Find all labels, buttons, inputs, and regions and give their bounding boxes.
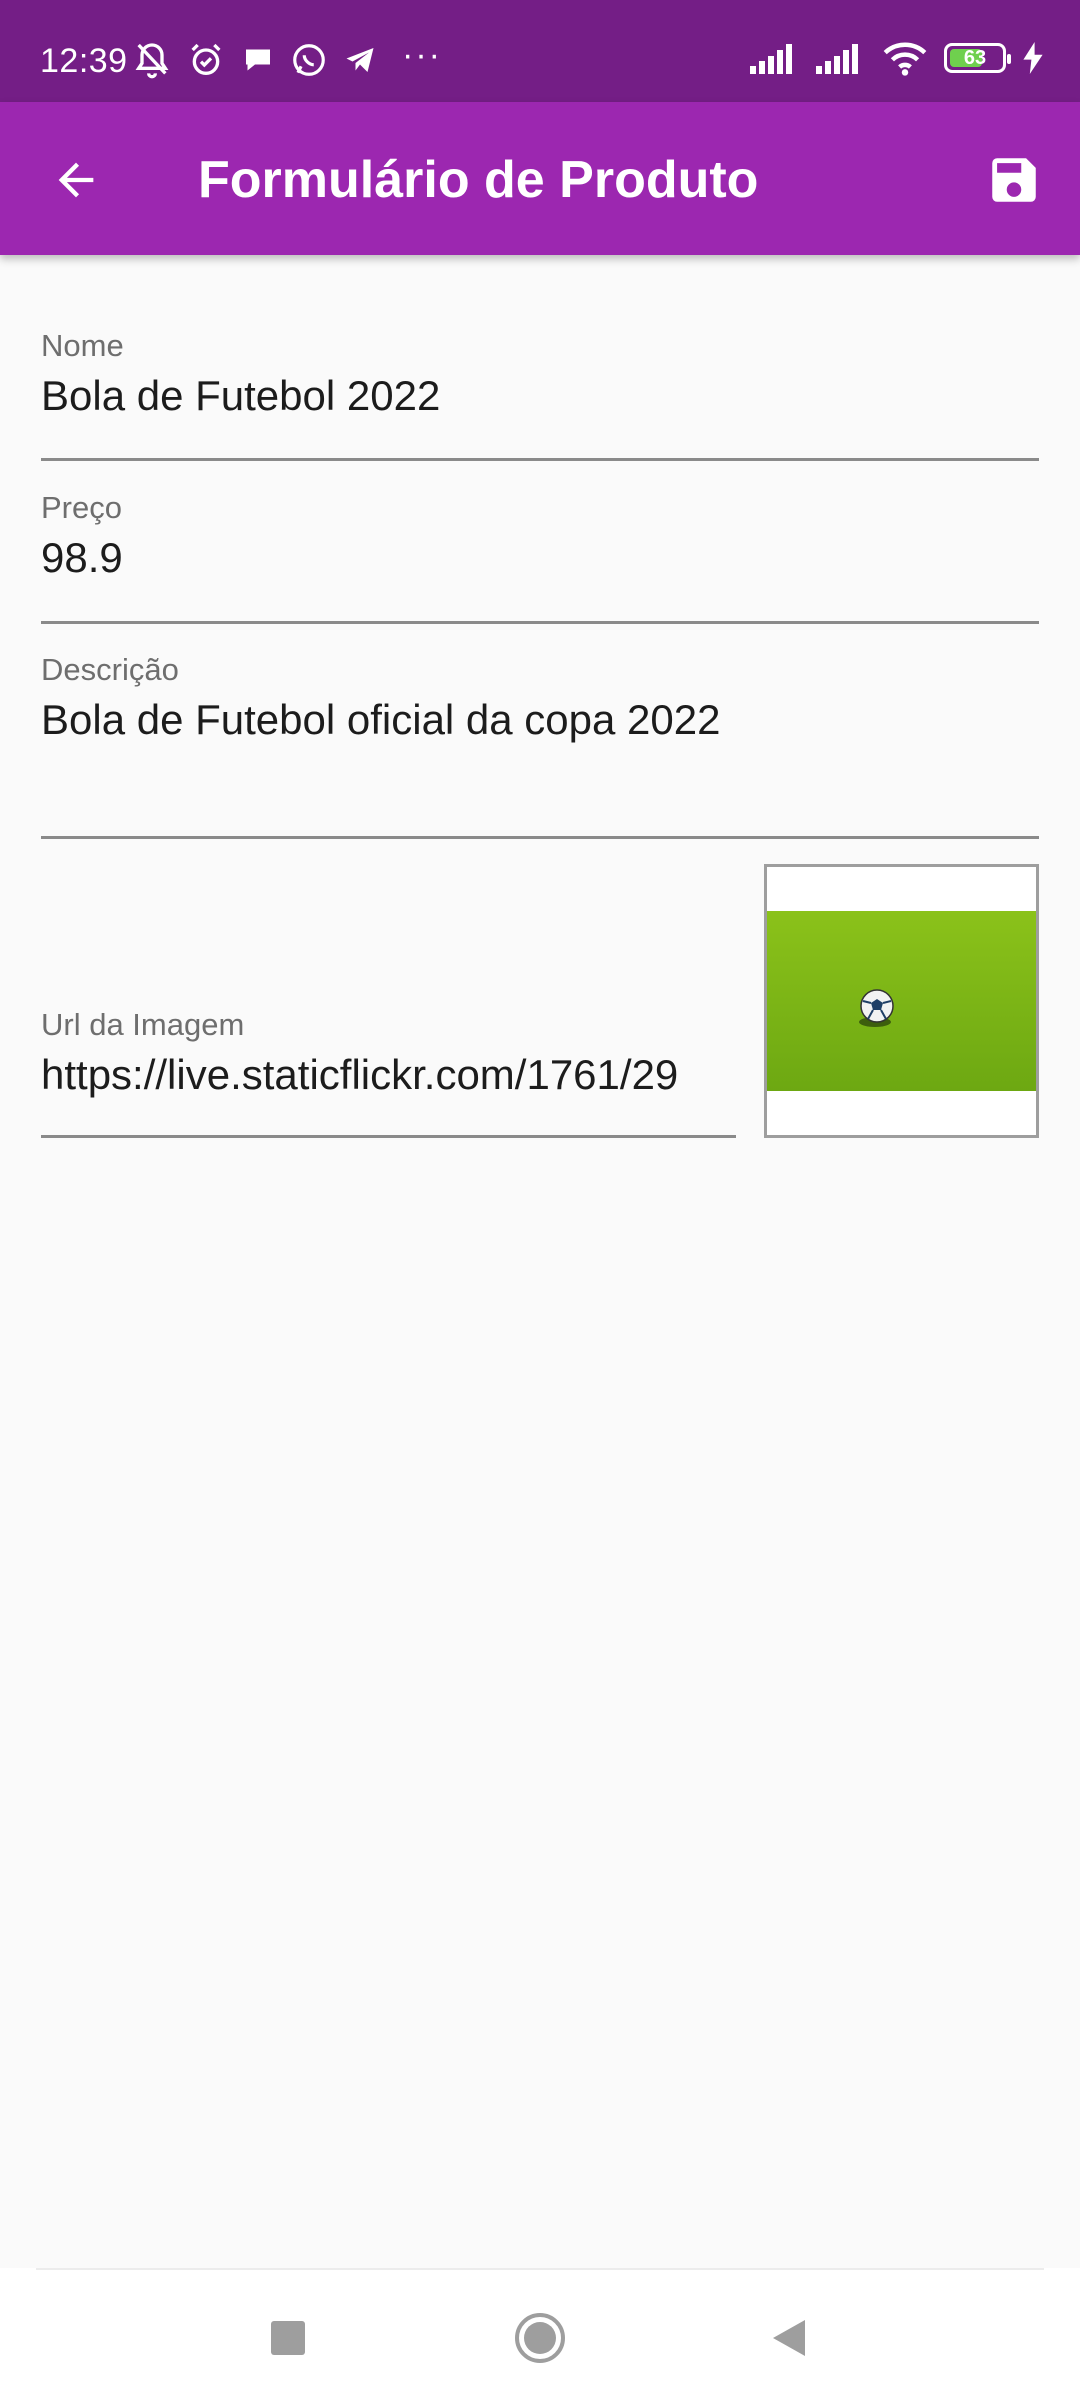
url-field[interactable]: Url da Imagem https://live.staticflickr.… <box>41 1007 736 1207</box>
url-label: Url da Imagem <box>41 1007 245 1042</box>
arrow-back-icon <box>58 162 94 198</box>
signal-icon-2 <box>816 42 866 74</box>
preco-label: Preço <box>41 490 122 525</box>
recents-square-icon <box>271 2321 305 2355</box>
preco-underline <box>41 621 1039 624</box>
nav-divider <box>36 2268 1044 2270</box>
signal-icon <box>750 42 800 74</box>
url-input[interactable]: https://live.staticflickr.com/1761/29 <box>41 1051 736 1099</box>
image-preview <box>764 864 1039 1138</box>
battery-cap <box>1007 54 1011 64</box>
soccer-ball-on-grass-image <box>767 911 1036 1091</box>
back-nav-button[interactable] <box>757 2308 821 2368</box>
preco-input[interactable]: 98.9 <box>41 534 1039 582</box>
muted-bell-icon <box>132 40 172 80</box>
save-floppy-icon <box>992 158 1036 202</box>
back-triangle-icon <box>773 2320 805 2356</box>
descricao-underline <box>41 836 1039 839</box>
system-nav-bar <box>0 2268 1080 2400</box>
page-title: Formulário de Produto <box>198 151 759 209</box>
chat-bubble-icon <box>240 42 276 78</box>
nome-label: Nome <box>41 328 124 363</box>
telegram-icon <box>342 42 378 78</box>
charging-bolt-icon <box>1022 42 1044 74</box>
nome-input[interactable]: Bola de Futebol 2022 <box>41 372 1039 420</box>
alarm-icon <box>186 40 226 80</box>
recents-button[interactable] <box>256 2308 320 2368</box>
whatsapp-icon <box>290 41 328 79</box>
battery-icon: 63 <box>944 43 1011 73</box>
descricao-label: Descrição <box>41 652 179 687</box>
status-time: 12:39 <box>40 42 128 80</box>
descricao-input[interactable]: Bola de Futebol oficial da copa 2022 <box>41 696 1039 744</box>
app-bar: Formulário de Produto <box>0 102 1080 255</box>
status-bar: 12:39 ··· 63 <box>0 0 1080 102</box>
battery-level: 63 <box>963 46 987 69</box>
more-notifications-icon: ··· <box>402 36 442 74</box>
wifi-icon <box>882 40 928 76</box>
home-circle-icon <box>515 2313 565 2363</box>
save-button[interactable] <box>974 140 1054 220</box>
url-underline <box>41 1135 736 1138</box>
nome-underline <box>41 458 1039 461</box>
home-button[interactable] <box>508 2308 572 2368</box>
back-button[interactable] <box>36 140 116 220</box>
notification-icons: ··· <box>132 36 442 80</box>
system-icons: 63 <box>750 40 1044 76</box>
